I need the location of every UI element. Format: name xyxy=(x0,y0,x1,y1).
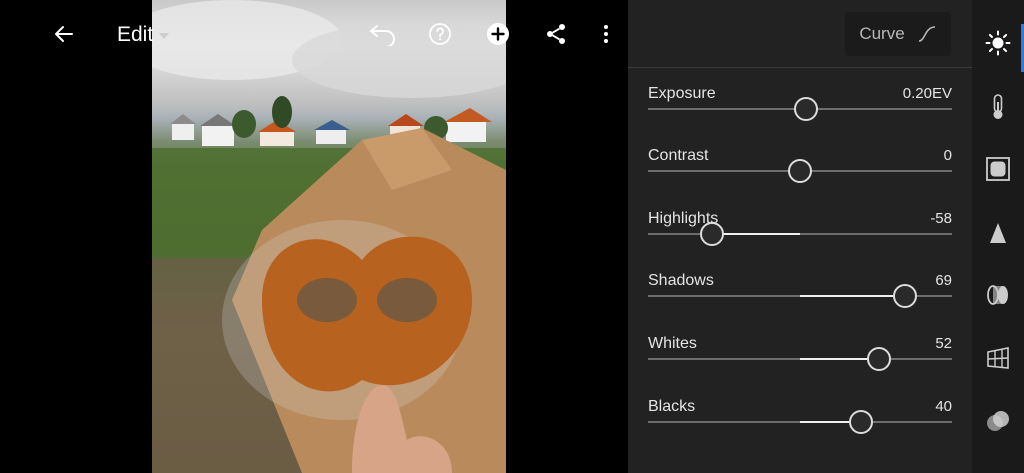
slider-value: -58 xyxy=(930,210,952,227)
curve-button[interactable]: Curve xyxy=(845,12,951,56)
help-icon xyxy=(429,23,451,45)
edit-mode-label: Edit xyxy=(117,23,154,46)
detail-icon xyxy=(990,223,1006,243)
chevron-down-icon xyxy=(159,33,170,39)
slider-label: Whites xyxy=(648,335,697,352)
rail-item-geometry[interactable] xyxy=(972,327,1024,389)
geometry-icon xyxy=(987,347,1009,369)
top-toolbar: Edit xyxy=(0,0,628,68)
color-temperature-icon xyxy=(993,94,1003,119)
slider-thumb[interactable] xyxy=(699,222,724,246)
light-icon xyxy=(985,30,1011,56)
slider-value: 69 xyxy=(935,272,952,289)
presets-icon xyxy=(987,411,1009,431)
undo-button[interactable] xyxy=(363,14,403,54)
slider-value: 40 xyxy=(935,398,952,415)
panel-header: Curve xyxy=(628,0,972,68)
slider-thumb[interactable] xyxy=(848,410,873,434)
curve-icon xyxy=(918,26,935,42)
rail-item-color[interactable] xyxy=(972,76,1024,138)
slider-label: Exposure xyxy=(648,85,716,102)
photo-illustration xyxy=(152,0,506,473)
curve-label: Curve xyxy=(859,24,905,43)
photo-canvas[interactable]: Edit xyxy=(0,0,628,473)
slider-fill xyxy=(800,295,905,297)
slider-highlights: Highlights -58 xyxy=(648,210,952,266)
rail-item-light[interactable] xyxy=(972,12,1024,74)
add-icon xyxy=(487,23,509,45)
back-button[interactable] xyxy=(44,14,84,54)
slider-track[interactable] xyxy=(648,222,952,246)
slider-contrast: Contrast 0 xyxy=(648,147,952,203)
add-button[interactable] xyxy=(478,14,518,54)
share-button[interactable] xyxy=(536,14,576,54)
slider-label: Contrast xyxy=(648,147,709,164)
slider-label: Blacks xyxy=(648,398,696,415)
help-button[interactable] xyxy=(420,14,460,54)
more-options-button[interactable] xyxy=(586,14,626,54)
more-vertical-icon xyxy=(604,25,608,43)
effects-icon xyxy=(986,157,1010,181)
slider-thumb[interactable] xyxy=(788,159,812,183)
slider-value: 0 xyxy=(943,147,952,164)
slider-track[interactable] xyxy=(648,347,952,371)
light-adjustments-panel: Curve Exposure 0.20EV Contrast 0 Highlig… xyxy=(628,0,972,473)
back-arrow-icon xyxy=(55,26,73,42)
slider-shadows: Shadows 69 xyxy=(648,272,952,328)
rail-item-presets[interactable] xyxy=(972,390,1024,452)
edit-mode-menu[interactable]: Edit xyxy=(117,22,170,48)
slider-thumb[interactable] xyxy=(867,347,892,371)
tool-rail xyxy=(972,0,1024,473)
slider-whites: Whites 52 xyxy=(648,335,952,391)
slider-exposure: Exposure 0.20EV xyxy=(648,85,952,141)
slider-value: 52 xyxy=(935,335,952,352)
slider-track[interactable] xyxy=(648,97,952,121)
rail-item-effects[interactable] xyxy=(972,138,1024,200)
rail-item-optics[interactable] xyxy=(972,264,1024,326)
slider-label: Shadows xyxy=(648,272,714,289)
undo-icon xyxy=(370,25,395,46)
optics-icon xyxy=(987,285,1008,305)
rail-item-detail[interactable] xyxy=(972,202,1024,264)
share-icon xyxy=(547,24,565,44)
slider-value: 0.20EV xyxy=(902,85,952,102)
slider-thumb[interactable] xyxy=(892,284,917,308)
slider-blacks: Blacks 40 xyxy=(648,398,952,454)
slider-track[interactable] xyxy=(648,410,952,434)
photo-preview[interactable] xyxy=(152,0,506,473)
slider-track[interactable] xyxy=(648,284,952,308)
slider-thumb[interactable] xyxy=(794,97,819,121)
slider-track[interactable] xyxy=(648,159,952,183)
slider-fill xyxy=(711,233,800,235)
